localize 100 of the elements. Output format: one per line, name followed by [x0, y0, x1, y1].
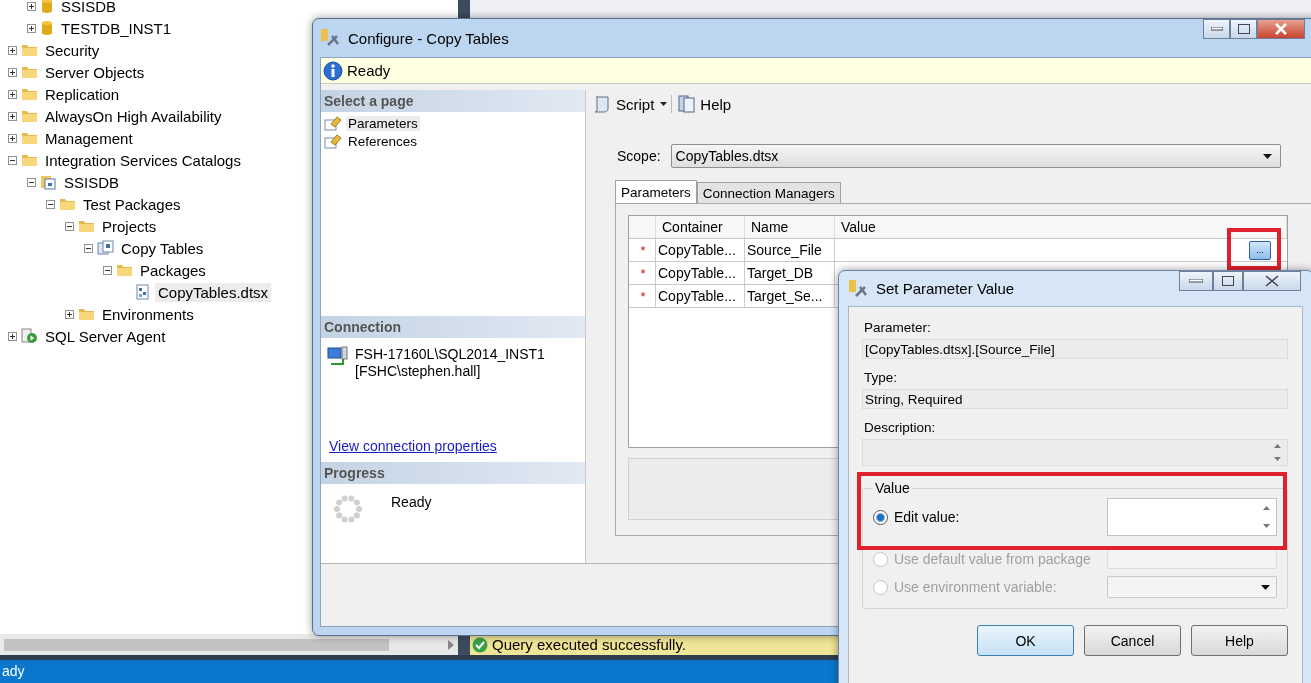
tree-item[interactable]: AlwaysOn High Availability: [42, 106, 225, 126]
tree-item[interactable]: SSISDB: [58, 0, 120, 16]
dropdown-icon[interactable]: [660, 102, 668, 106]
tab[interactable]: Parameters: [615, 180, 697, 203]
folder-icon: [21, 65, 38, 79]
tree-item[interactable]: SSISDB: [61, 172, 123, 192]
section-header: Connection: [321, 316, 585, 338]
dropdown-arrow-icon: [1262, 153, 1272, 159]
expand-icon[interactable]: [8, 45, 17, 55]
user-name: [FSHC\stephen.hall]: [355, 363, 482, 380]
query-status: Query executed successfully.: [492, 636, 686, 653]
tree-item[interactable]: Integration Services Catalogs: [42, 150, 244, 170]
minimize-button[interactable]: [1179, 271, 1213, 291]
tree-item[interactable]: CopyTables.dtsx: [155, 282, 272, 302]
table-cell: Target_DB: [745, 262, 835, 284]
page-icon: [324, 133, 342, 149]
table-cell: CopyTable...: [656, 239, 745, 261]
tools-icon: [320, 28, 342, 48]
scroll-arrow-icon[interactable]: [448, 639, 454, 650]
table-cell: CopyTable...: [656, 262, 745, 284]
connection-link[interactable]: View connection properties: [329, 438, 585, 454]
close-button[interactable]: [1257, 19, 1305, 39]
value-field[interactable]: [1107, 498, 1277, 536]
collapse-icon[interactable]: [8, 155, 17, 165]
table-cell: Source_File: [745, 239, 835, 261]
window-title: Configure - Copy Tables: [348, 29, 509, 47]
dialog-title: Set Parameter Value: [876, 280, 1015, 297]
field-label: Parameter:: [864, 320, 932, 335]
folder-icon: [21, 109, 38, 123]
package-icon: [135, 284, 151, 300]
progress-status: Ready: [391, 494, 432, 512]
collapse-icon[interactable]: [27, 177, 36, 187]
scope-dropdown[interactable]: CopyTables.dtsx: [670, 144, 1281, 168]
expand-icon[interactable]: [8, 89, 17, 99]
readonly-field: String, Required: [862, 389, 1288, 409]
expand-icon[interactable]: [8, 133, 17, 143]
collapse-icon[interactable]: [103, 265, 112, 275]
tree-item[interactable]: Replication: [42, 84, 123, 104]
folder-icon: [116, 263, 133, 277]
readonly-field: [CopyTables.dtsx].[Source_File]: [862, 339, 1288, 359]
section-header: Select a page: [321, 90, 585, 112]
info-icon: [323, 60, 343, 81]
collapse-icon[interactable]: [84, 243, 93, 253]
maximize-icon: [1237, 24, 1250, 34]
page-item[interactable]: References: [346, 133, 420, 149]
folder-icon: [21, 153, 38, 167]
section-header: Progress: [321, 462, 585, 484]
minimize-button[interactable]: [1203, 19, 1230, 39]
tab[interactable]: Connection Managers: [696, 182, 841, 203]
column-header: Value: [835, 216, 1287, 238]
folder-icon: [21, 43, 38, 57]
radio-option[interactable]: Edit value:: [873, 509, 960, 525]
maximize-button[interactable]: [1213, 271, 1243, 291]
tree-item[interactable]: Copy Tables: [118, 238, 207, 258]
help-button[interactable]: Help: [676, 93, 734, 115]
tree-item[interactable]: TESTDB_INST1: [58, 18, 175, 38]
folder-icon: [21, 131, 38, 145]
collapse-icon[interactable]: [65, 221, 74, 231]
tree-item[interactable]: Packages: [137, 260, 209, 280]
page-item[interactable]: Parameters: [346, 115, 420, 131]
expand-icon[interactable]: [8, 331, 17, 341]
required-mark: *: [640, 288, 646, 304]
tree-item[interactable]: Server Objects: [42, 62, 148, 82]
tree-item[interactable]: Security: [42, 40, 103, 60]
tree-item[interactable]: Test Packages: [80, 194, 184, 214]
maximize-icon: [1222, 276, 1234, 286]
close-icon: [1264, 275, 1280, 287]
maximize-button[interactable]: [1230, 19, 1257, 39]
script-button[interactable]: Script: [590, 93, 657, 115]
table-cell: Target_Se...: [745, 285, 835, 307]
database-icon: [40, 0, 54, 14]
dialog-button[interactable]: Help: [1191, 625, 1288, 656]
spinner-icon: [333, 494, 363, 524]
value-field[interactable]: [1107, 549, 1277, 569]
expand-icon[interactable]: [27, 1, 36, 11]
expand-icon[interactable]: [27, 23, 36, 33]
tree-item[interactable]: Projects: [99, 216, 160, 236]
group-title: Value: [874, 480, 911, 496]
server-name: FSH-17160L\SQL2014_INST1: [355, 346, 545, 363]
column-header: Name: [745, 216, 835, 238]
field-label: Description:: [864, 420, 937, 435]
tree-item[interactable]: SQL Server Agent: [42, 326, 169, 346]
expand-icon[interactable]: [65, 309, 74, 319]
close-button[interactable]: [1243, 271, 1301, 291]
required-mark: *: [640, 242, 646, 258]
horizontal-scrollbar[interactable]: [0, 634, 458, 655]
expand-icon[interactable]: [8, 111, 17, 121]
dropdown-arrow-icon: [1261, 584, 1270, 590]
tree-item[interactable]: Environments: [99, 304, 197, 324]
expand-icon[interactable]: [8, 67, 17, 77]
status-message: Ready: [347, 62, 391, 79]
tools-icon: [848, 278, 870, 299]
collapse-icon[interactable]: [46, 199, 55, 209]
page-icon: [324, 115, 342, 131]
table-cell: CopyTable...: [656, 285, 745, 307]
dialog-button[interactable]: OK: [977, 625, 1074, 656]
browse-button[interactable]: ...: [1249, 240, 1271, 260]
tree-item[interactable]: Management: [42, 128, 136, 148]
dialog-button[interactable]: Cancel: [1084, 625, 1181, 656]
description-field[interactable]: [862, 439, 1288, 466]
